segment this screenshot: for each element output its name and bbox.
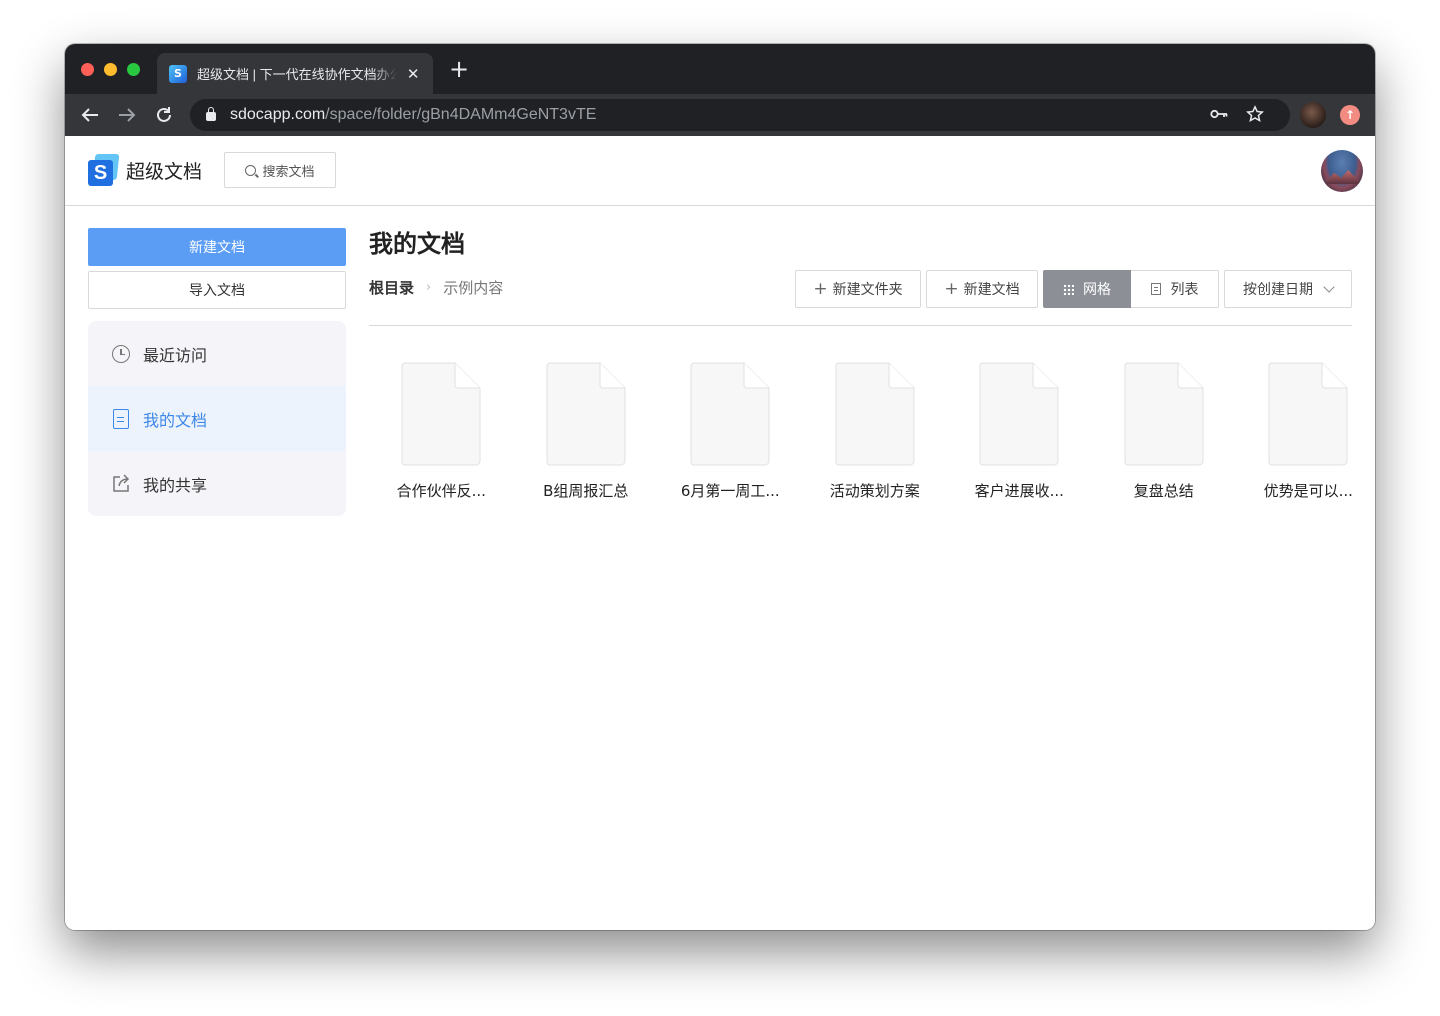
new-folder-button[interactable]: + 新建文件夹	[795, 270, 921, 308]
document-thumbnail-icon	[401, 362, 481, 466]
action-buttons: + 新建文件夹 + 新建文档 网格 列表 按创建日期	[795, 270, 1352, 308]
new-doc-button[interactable]: + 新建文档	[926, 270, 1038, 308]
update-icon[interactable]: ↑	[1340, 105, 1360, 125]
lock-icon	[206, 107, 216, 121]
clock-icon	[111, 344, 131, 364]
search-label: 搜索文档	[262, 164, 315, 180]
tab-title: 超级文档 | 下一代在线协作文档办公	[197, 67, 398, 82]
profile-avatar[interactable]	[1300, 102, 1326, 128]
sidebar-item-label: 我的共享	[143, 475, 208, 495]
star-icon[interactable]	[1245, 105, 1265, 128]
file-item[interactable]: 客户进展收...	[947, 362, 1092, 501]
document-thumbnail-icon	[546, 362, 626, 466]
sidebar-item-label: 我的文档	[143, 410, 208, 430]
file-name: 复盘总结	[1133, 482, 1194, 500]
sidebar-nav: 最近访问 我的文档 我的共享	[88, 321, 346, 516]
app-content: S 超级文档 搜索文档 新建文档 导入文档 最近访问 我的文档 我的共享 我的文…	[65, 136, 1375, 930]
chevron-right-icon: ›	[426, 280, 432, 295]
file-name: 客户进展收...	[974, 482, 1064, 500]
new-document-button[interactable]: 新建文档	[88, 228, 346, 266]
breadcrumb-current: 示例内容	[443, 279, 504, 297]
search-button[interactable]: 搜索文档	[224, 152, 336, 188]
file-item[interactable]: B组周报汇总	[514, 362, 659, 501]
search-icon	[245, 164, 257, 176]
view-list-toggle[interactable]: 列表	[1131, 270, 1219, 308]
file-item[interactable]: 合作伙伴反...	[369, 362, 514, 501]
document-thumbnail-icon	[1268, 362, 1348, 466]
reload-icon[interactable]	[152, 103, 176, 127]
browser-window: S 超级文档 | 下一代在线协作文档办公 ✕ + sdocapp.com/spa…	[65, 44, 1375, 930]
breadcrumb-root[interactable]: 根目录	[369, 277, 414, 298]
document-thumbnail-icon	[690, 362, 770, 466]
file-name: 活动策划方案	[829, 482, 920, 500]
favicon-icon: S	[169, 64, 187, 83]
browser-toolbar: sdocapp.com/space/folder/gBn4DAMm4GeNT3v…	[65, 94, 1375, 136]
file-item[interactable]: 活动策划方案	[803, 362, 948, 501]
address-bar[interactable]: sdocapp.com/space/folder/gBn4DAMm4GeNT3v…	[190, 99, 1290, 131]
browser-tab[interactable]: S 超级文档 | 下一代在线协作文档办公 ✕	[157, 53, 433, 94]
sidebar-item-recent[interactable]: 最近访问	[88, 321, 346, 386]
sidebar: 新建文档 导入文档 最近访问 我的文档 我的共享	[88, 228, 346, 516]
app-logo[interactable]: S 超级文档	[88, 154, 202, 186]
main-content: 我的文档 根目录 › 示例内容 + 新建文件夹 + 新建文档 网格 列表 按创建…	[369, 228, 1353, 500]
new-tab-button[interactable]: +	[449, 57, 469, 81]
logo-text: 超级文档	[126, 160, 203, 183]
sidebar-item-my-documents[interactable]: 我的文档	[88, 386, 346, 451]
sidebar-item-my-shares[interactable]: 我的共享	[88, 451, 346, 516]
file-grid: 合作伙伴反... B组周报汇总 6月第一周工... 活动策划方案 客户进展收..…	[369, 362, 1375, 501]
file-item[interactable]: 复盘总结	[1092, 362, 1237, 501]
grid-icon	[1063, 283, 1074, 295]
user-avatar[interactable]	[1321, 150, 1363, 192]
back-arrow-icon[interactable]	[78, 103, 102, 127]
file-name: 优势是可以...	[1263, 482, 1353, 500]
url-text[interactable]: sdocapp.com/space/folder/gBn4DAMm4GeNT3v…	[230, 106, 596, 124]
app-header: S 超级文档 搜索文档	[65, 136, 1375, 206]
document-thumbnail-icon	[1124, 362, 1204, 466]
sort-dropdown[interactable]: 按创建日期	[1224, 270, 1352, 308]
close-window-button[interactable]	[81, 63, 94, 76]
breadcrumb: 根目录 › 示例内容	[369, 277, 503, 298]
file-name: 6月第一周工...	[680, 482, 780, 500]
tab-strip: S 超级文档 | 下一代在线协作文档办公 ✕ +	[65, 44, 1375, 94]
close-icon[interactable]: ✕	[405, 65, 421, 83]
view-grid-toggle[interactable]: 网格	[1043, 270, 1131, 308]
minimize-window-button[interactable]	[104, 63, 117, 76]
maximize-window-button[interactable]	[127, 63, 140, 76]
key-icon[interactable]	[1210, 105, 1228, 125]
file-item[interactable]: 6月第一周工...	[658, 362, 803, 501]
file-name: 合作伙伴反...	[396, 482, 486, 500]
list-icon	[1150, 283, 1161, 295]
chevron-down-icon	[1323, 281, 1335, 293]
document-thumbnail-icon	[835, 362, 915, 466]
forward-arrow-icon[interactable]	[115, 103, 139, 127]
plus-icon: +	[944, 279, 959, 299]
plus-icon: +	[813, 279, 828, 299]
logo-icon: S	[88, 154, 120, 186]
import-document-button[interactable]: 导入文档	[88, 271, 346, 309]
toolbar-row: 根目录 › 示例内容 + 新建文件夹 + 新建文档 网格 列表 按创建日期	[369, 270, 1352, 326]
sidebar-item-label: 最近访问	[143, 345, 208, 365]
file-name: B组周报汇总	[543, 482, 629, 500]
file-item[interactable]: 优势是可以...	[1236, 362, 1375, 501]
document-icon	[111, 408, 131, 429]
document-thumbnail-icon	[979, 362, 1059, 466]
share-icon	[111, 473, 131, 494]
page-title: 我的文档	[369, 230, 465, 258]
